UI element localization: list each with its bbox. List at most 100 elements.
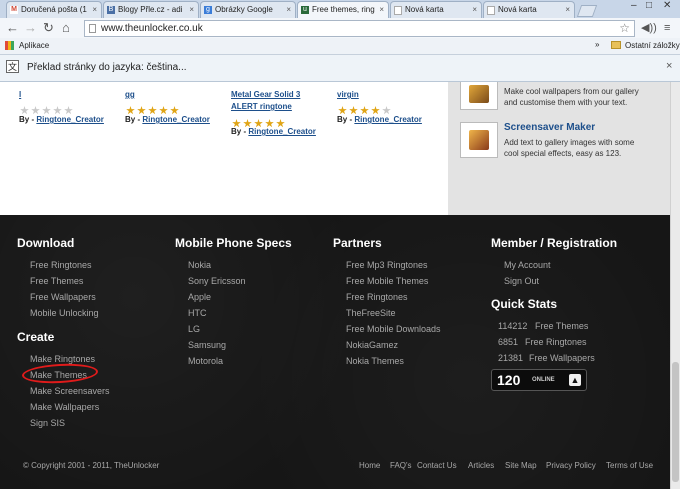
stat-label[interactable]: Free Ringtones (525, 337, 587, 347)
new-tab-button[interactable] (576, 5, 598, 17)
footer-link[interactable]: Samsung (188, 340, 226, 350)
tab-gmail[interactable]: M Doručená pošta (1 × (6, 1, 102, 18)
close-icon[interactable]: × (189, 2, 194, 18)
footer-link[interactable]: Free Mobile Downloads (346, 324, 441, 334)
close-icon[interactable]: × (472, 2, 477, 18)
star-filled-icon[interactable] (148, 106, 157, 115)
folder-icon (611, 41, 621, 49)
author-link[interactable]: Ringtone_Creator (36, 115, 104, 124)
footer-link[interactable]: Sony Ericsson (188, 276, 246, 286)
translate-text[interactable]: Překlad stránky do jazyka: čeština... (27, 62, 187, 73)
maximize-icon[interactable]: □ (646, 0, 652, 11)
apps-link[interactable]: Aplikace (19, 41, 49, 50)
online-label: ONLINE (532, 377, 555, 383)
close-icon[interactable]: × (666, 60, 672, 72)
footer-link[interactable]: Make Ringtones (30, 354, 95, 364)
footer-link[interactable]: Free Mp3 Ringtones (346, 260, 428, 270)
star-filled-icon[interactable] (338, 106, 347, 115)
stat-label[interactable]: Free Wallpapers (529, 353, 595, 363)
ringtone-title[interactable]: Metal Gear Solid 3 (231, 90, 300, 99)
footer-bottom-link[interactable]: Articles (468, 461, 494, 470)
star-empty-icon[interactable] (20, 106, 29, 115)
footer-link[interactable]: My Account (504, 260, 551, 270)
other-bookmarks[interactable]: Ostatní záložky (625, 41, 680, 50)
reload-icon[interactable]: ↻ (43, 20, 54, 36)
google-icon: g (204, 6, 212, 14)
star-filled-icon[interactable] (126, 106, 135, 115)
scrollbar-thumb[interactable] (672, 362, 679, 482)
star-bookmark-icon[interactable]: ☆ (619, 21, 630, 36)
tab-blog[interactable]: B Blogy Přle.cz - adi × (103, 1, 199, 18)
footer-link[interactable]: Free Wallpapers (30, 292, 96, 302)
tab-theunlocker[interactable]: u Free themes, ring × (297, 1, 389, 18)
back-icon[interactable]: ← (6, 20, 19, 36)
star-empty-icon[interactable] (382, 106, 391, 115)
author-link[interactable]: Ringtone_Creator (354, 115, 422, 124)
ringtone-title[interactable]: virgin (337, 90, 359, 99)
footer-link[interactable]: TheFreeSite (346, 308, 396, 318)
footer-link[interactable]: LG (188, 324, 200, 334)
tab-new-2[interactable]: Nová karta × (483, 1, 575, 18)
home-icon[interactable]: ⌂ (62, 20, 70, 36)
footer-link[interactable]: NokiaGamez (346, 340, 398, 350)
star-filled-icon[interactable] (137, 106, 146, 115)
footer-link[interactable]: Make Screensavers (30, 386, 110, 396)
star-filled-icon[interactable] (360, 106, 369, 115)
apps-icon[interactable] (5, 41, 14, 50)
menu-icon[interactable]: ≡ (664, 20, 670, 36)
footer-link[interactable]: Free Ringtones (30, 260, 92, 270)
footer-link[interactable]: Free Ringtones (346, 292, 408, 302)
chevron-up-icon[interactable]: ▲ (569, 374, 581, 386)
footer-link[interactable]: Make Wallpapers (30, 402, 99, 412)
footer-link[interactable]: Nokia Themes (346, 356, 404, 366)
footer-bottom-link[interactable]: Privacy Policy (546, 461, 596, 470)
translate-bar: 文 Překlad stránky do jazyka: čeština... … (0, 55, 680, 82)
footer-link[interactable]: Mobile Unlocking (30, 308, 99, 318)
star-filled-icon[interactable] (349, 106, 358, 115)
close-window-icon[interactable]: ✕ (663, 0, 671, 11)
screensaver-maker-title[interactable]: Screensaver Maker (504, 122, 595, 133)
tab-new-1[interactable]: Nová karta × (390, 1, 482, 18)
author-link[interactable]: Ringtone_Creator (248, 127, 316, 136)
more-bookmarks[interactable]: » (595, 40, 599, 49)
star-filled-icon[interactable] (170, 106, 179, 115)
star-empty-icon[interactable] (64, 106, 73, 115)
close-icon[interactable]: × (92, 2, 97, 18)
ringtone-title-line2[interactable]: ALERT ringtone (231, 102, 292, 111)
footer-link[interactable]: Motorola (188, 356, 223, 366)
minimize-icon[interactable]: – (631, 0, 637, 11)
address-bar[interactable]: www.theunlocker.co.uk ☆ (84, 20, 635, 37)
author-link[interactable]: Ringtone_Creator (142, 115, 210, 124)
stat-label[interactable]: Free Themes (535, 321, 588, 331)
ringtone-title[interactable]: gg (125, 90, 135, 99)
wallpaper-maker-desc-1: Make cool wallpapers from our gallery (504, 87, 639, 96)
footer-link[interactable]: Sign Out (504, 276, 539, 286)
wallpaper-maker-thumb[interactable] (460, 82, 498, 110)
footer-link[interactable]: Apple (188, 292, 211, 302)
footer-link[interactable]: Sign SIS (30, 418, 65, 428)
ringtone-title[interactable]: l (19, 90, 21, 99)
close-icon[interactable]: × (565, 2, 570, 18)
footer-bottom-link[interactable]: Contact Us (417, 461, 457, 470)
tab-google-images[interactable]: g Obrázky Google × (200, 1, 296, 18)
star-empty-icon[interactable] (53, 106, 62, 115)
rating-stars (126, 102, 181, 115)
vertical-scrollbar[interactable] (670, 82, 680, 489)
star-empty-icon[interactable] (42, 106, 51, 115)
star-filled-icon[interactable] (159, 106, 168, 115)
speaker-icon[interactable]: ◀)) (641, 20, 657, 36)
forward-icon[interactable]: → (24, 20, 37, 36)
footer-bottom-link[interactable]: Home (359, 461, 380, 470)
footer-link[interactable]: Nokia (188, 260, 211, 270)
footer-link[interactable]: HTC (188, 308, 207, 318)
footer-bottom-link[interactable]: FAQ's (390, 461, 412, 470)
footer-link[interactable]: Free Themes (30, 276, 83, 286)
star-empty-icon[interactable] (31, 106, 40, 115)
close-icon[interactable]: × (379, 2, 384, 18)
footer-bottom-link[interactable]: Terms of Use (606, 461, 653, 470)
footer-link[interactable]: Free Mobile Themes (346, 276, 428, 286)
screensaver-maker-thumb[interactable] (460, 122, 498, 158)
footer-bottom-link[interactable]: Site Map (505, 461, 537, 470)
close-icon[interactable]: × (286, 2, 291, 18)
star-filled-icon[interactable] (371, 106, 380, 115)
